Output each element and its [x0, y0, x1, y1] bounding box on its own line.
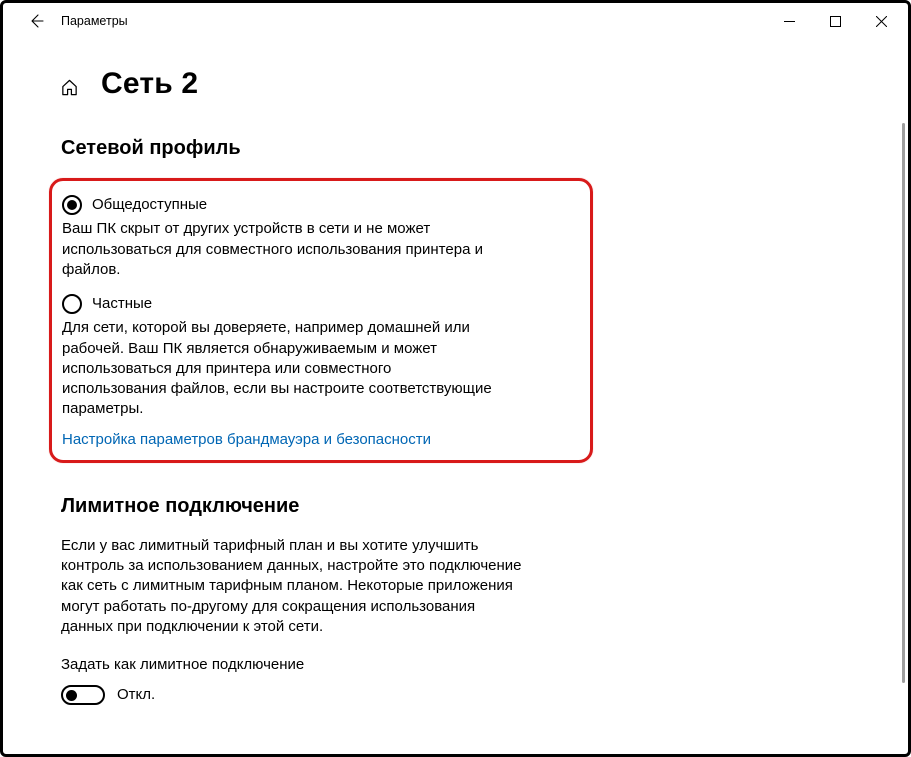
radio-public-indicator — [62, 195, 82, 215]
page-header: Сеть 2 — [3, 39, 908, 107]
radio-public-label: Общедоступные — [92, 195, 207, 215]
network-profile-heading: Сетевой профиль — [61, 135, 533, 162]
home-button[interactable] — [59, 77, 79, 97]
metered-toggle[interactable] — [61, 685, 105, 705]
minimize-icon — [784, 16, 795, 27]
metered-toggle-row: Откл. — [61, 685, 533, 705]
arrow-left-icon — [28, 13, 44, 29]
maximize-button[interactable] — [812, 5, 858, 37]
close-icon — [876, 16, 887, 27]
app-title: Параметры — [61, 14, 128, 28]
home-icon — [60, 78, 79, 97]
radio-private-indicator — [62, 294, 82, 314]
metered-toggle-state: Откл. — [117, 685, 155, 705]
titlebar: Параметры — [3, 3, 908, 39]
radio-private-label: Частные — [92, 294, 152, 314]
network-profile-group: Общедоступные Ваш ПК скрыт от других уст… — [49, 178, 593, 463]
close-button[interactable] — [858, 5, 904, 37]
radio-dot-icon — [67, 200, 77, 210]
radio-public[interactable]: Общедоступные — [62, 195, 578, 215]
metered-desc: Если у вас лимитный тарифный план и вы х… — [61, 536, 531, 637]
minimize-button[interactable] — [766, 5, 812, 37]
radio-public-desc: Ваш ПК скрыт от других устройств в сети … — [62, 219, 492, 280]
metered-toggle-label: Задать как лимитное подключение — [61, 655, 533, 675]
maximize-icon — [830, 16, 841, 27]
scrollbar[interactable] — [902, 123, 905, 683]
metered-heading: Лимитное подключение — [61, 493, 533, 520]
content-area: Сетевой профиль Общедоступные Ваш ПК скр… — [3, 107, 563, 706]
window-controls — [766, 5, 904, 37]
firewall-settings-link[interactable]: Настройка параметров брандмауэра и безоп… — [62, 430, 578, 450]
toggle-thumb-icon — [66, 690, 77, 701]
page-title: Сеть 2 — [101, 67, 198, 101]
back-button[interactable] — [21, 6, 51, 36]
radio-private-desc: Для сети, которой вы доверяете, например… — [62, 318, 492, 419]
radio-private[interactable]: Частные — [62, 294, 578, 314]
